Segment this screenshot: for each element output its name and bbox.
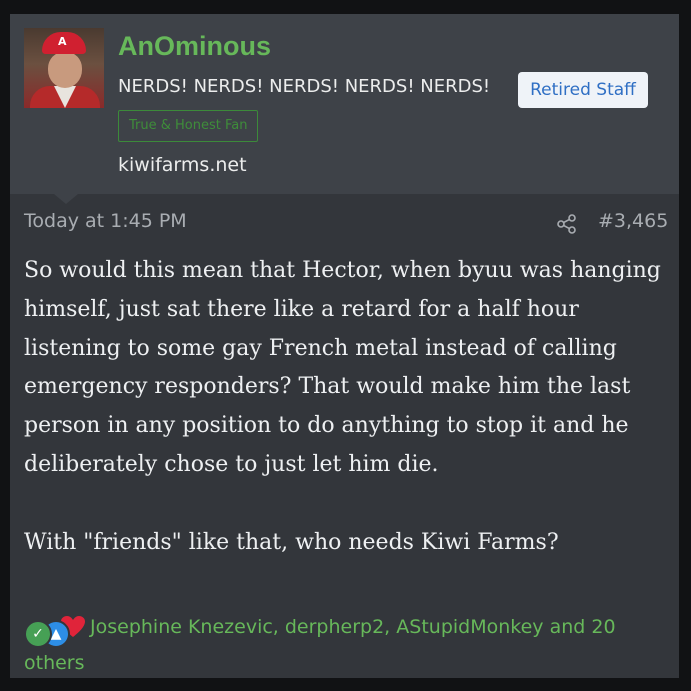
username-link[interactable]: AnOminous	[118, 31, 271, 62]
post-number-link[interactable]: #3,465	[598, 210, 668, 232]
user-title: NERDS! NERDS! NERDS! NERDS! NERDS!	[118, 76, 491, 97]
retired-staff-badge: Retired Staff	[518, 72, 648, 108]
avatar-cap-letter: A	[58, 35, 67, 48]
post-body: So would this mean that Hector, when byu…	[24, 252, 670, 562]
check-reaction-icon: ✓	[24, 620, 52, 648]
avatar-face	[48, 52, 82, 88]
reaction-users-list[interactable]: Josephine Knezevic, derpherp2, AStupidMo…	[24, 616, 616, 674]
reactions-bar[interactable]: ✓ ▲ Josephine Knezevic, derpherp2, AStupid…	[24, 612, 664, 678]
user-site-text: kiwifarms.net	[118, 154, 247, 176]
post-paragraph-2: With "friends" like that, who needs Kiwi…	[24, 529, 559, 555]
header-pointer-arrow	[54, 194, 78, 204]
post-paragraph-1: So would this mean that Hector, when byu…	[24, 258, 661, 477]
post-user-header: A AnOminous NERDS! NERDS! NERDS! NERDS! …	[10, 14, 679, 194]
share-icon[interactable]	[556, 213, 578, 235]
forum-post: A AnOminous NERDS! NERDS! NERDS! NERDS! …	[10, 14, 679, 678]
user-avatar[interactable]: A	[24, 28, 104, 108]
post-timestamp[interactable]: Today at 1:45 PM	[24, 210, 187, 232]
true-honest-fan-badge: True & Honest Fan	[118, 110, 259, 142]
